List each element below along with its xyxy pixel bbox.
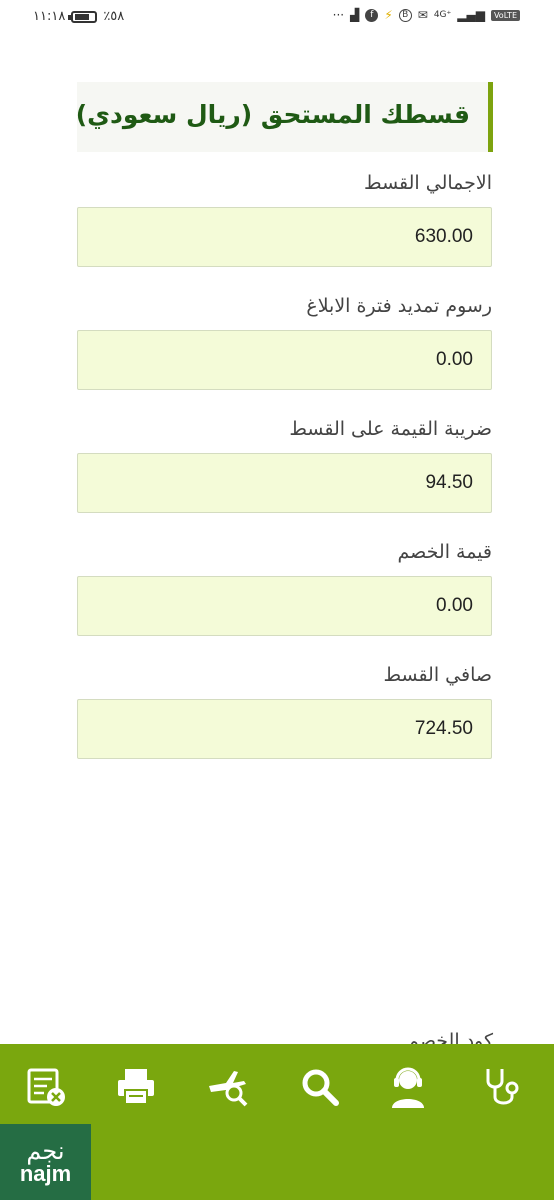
net-premium-value: 724.50	[414, 718, 473, 739]
battery-icon	[68, 10, 98, 23]
net-premium-label: صافي القسط	[383, 664, 492, 686]
status-left: ١١:١٨ ٪٥٨	[33, 9, 124, 24]
clock: ١١:١٨	[33, 9, 66, 24]
facebook-icon: f	[365, 8, 379, 22]
bottom-nav-bar: نجم najm	[0, 1044, 554, 1200]
vat-label: ضريبة القيمة على القسط	[289, 418, 492, 440]
battery-percent: ٪٥٨	[103, 9, 125, 24]
status-bar: ١١:١٨ ٪٥٨ ··· ▟ f ⚡ B ✉ 4G⁺ ▂▄▆ VoLTE	[0, 0, 554, 38]
lightning-icon: ⚡	[384, 8, 393, 22]
discount-label: قيمة الخصم	[397, 541, 492, 563]
volte-badge: VoLTE	[490, 9, 520, 21]
extension-fees-label: رسوم تمديد فترة الابلاغ	[306, 295, 492, 317]
total-premium-label: الاجمالي القسط	[364, 172, 492, 194]
printer-icon[interactable]	[114, 1064, 158, 1110]
discount-value: 0.00	[436, 595, 473, 616]
extension-fees-value: 0.00	[436, 349, 473, 370]
b-app-icon: B	[398, 8, 412, 22]
logo-english-text: najm	[19, 1161, 72, 1186]
document-cancel-icon[interactable]	[24, 1064, 68, 1110]
support-agent-icon[interactable]	[386, 1064, 430, 1110]
total-premium-field[interactable]: 630.00	[77, 207, 492, 267]
status-right: ··· ▟ f ⚡ B ✉ 4G⁺ ▂▄▆ VoLTE	[333, 8, 520, 22]
search-icon[interactable]	[298, 1064, 342, 1110]
extension-fees-field[interactable]: 0.00	[77, 330, 492, 390]
logo-arabic-text: نجم	[26, 1137, 65, 1165]
more-notifications-icon: ···	[332, 8, 345, 22]
discount-field[interactable]: 0.00	[77, 576, 492, 636]
section-header: قسطك المستحق (ريال سعودي)	[75, 82, 493, 152]
vat-field[interactable]: 94.50	[77, 453, 492, 513]
najm-logo: نجم najm	[0, 1124, 91, 1200]
mosque-icon: ▟	[350, 8, 360, 22]
stethoscope-icon[interactable]	[480, 1064, 524, 1110]
mail-icon: ✉	[417, 8, 428, 22]
vat-value: 94.50	[425, 472, 473, 493]
section-title: قسطك المستحق (ريال سعودي)	[75, 100, 470, 129]
network-type: 4G⁺	[433, 10, 452, 20]
total-premium-value: 630.00	[414, 226, 473, 247]
net-premium-field[interactable]: 724.50	[77, 699, 492, 759]
signal-icon: ▂▄▆	[457, 8, 485, 22]
flight-search-icon[interactable]	[206, 1064, 250, 1110]
